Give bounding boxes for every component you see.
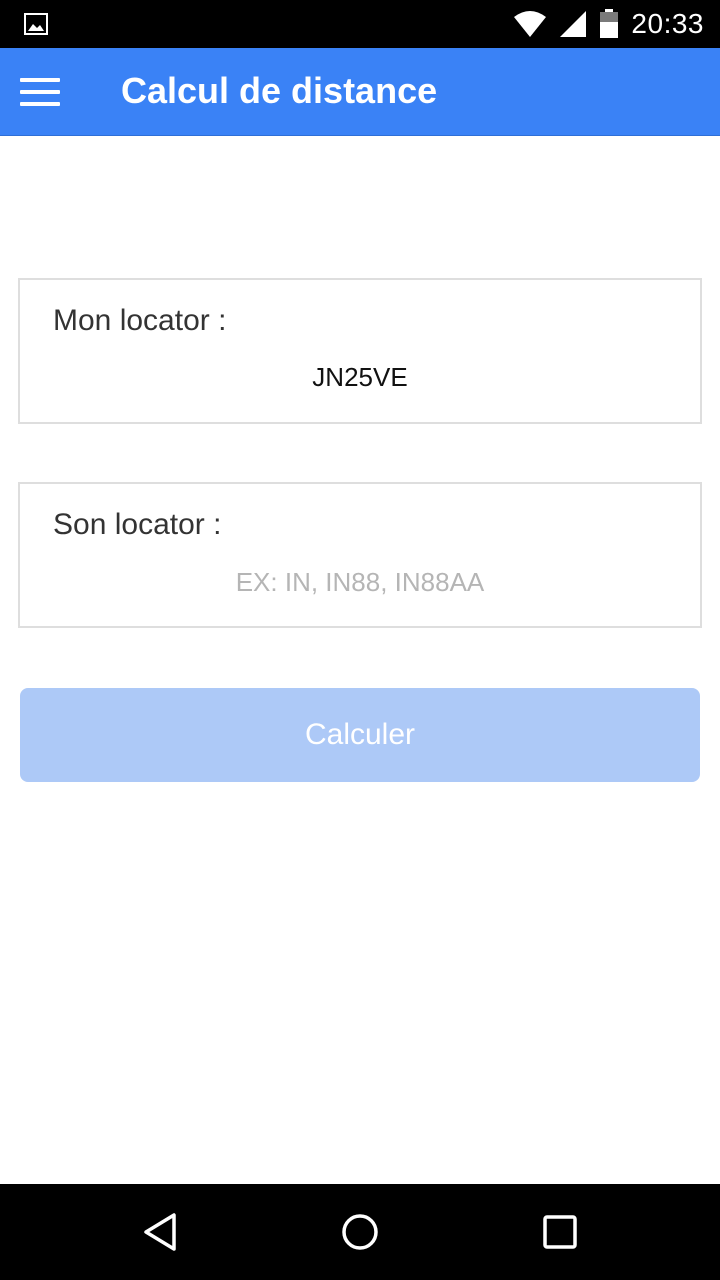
my-locator-label: Mon locator : xyxy=(53,304,227,337)
status-bar: 20:33 xyxy=(0,0,720,48)
calculate-button[interactable]: Calculer xyxy=(20,688,700,782)
recents-icon[interactable] xyxy=(536,1208,584,1256)
home-icon[interactable] xyxy=(336,1208,384,1256)
their-locator-input[interactable] xyxy=(20,562,700,602)
hamburger-menu-icon[interactable] xyxy=(20,78,60,106)
their-locator-label: Son locator : xyxy=(53,508,222,541)
app-bar: Calcul de distance xyxy=(0,48,720,136)
image-notification-icon xyxy=(24,12,48,36)
cell-signal-icon xyxy=(559,10,587,38)
back-icon[interactable] xyxy=(136,1208,184,1256)
page-title: Calcul de distance xyxy=(121,70,438,111)
their-locator-card: Son locator : xyxy=(18,482,702,628)
navigation-bar xyxy=(0,1184,720,1280)
wifi-icon xyxy=(513,10,547,38)
battery-icon xyxy=(599,9,619,39)
my-locator-value[interactable]: JN25VE xyxy=(20,360,700,394)
status-time: 20:33 xyxy=(631,8,704,39)
my-locator-card: Mon locator : JN25VE xyxy=(18,278,702,424)
